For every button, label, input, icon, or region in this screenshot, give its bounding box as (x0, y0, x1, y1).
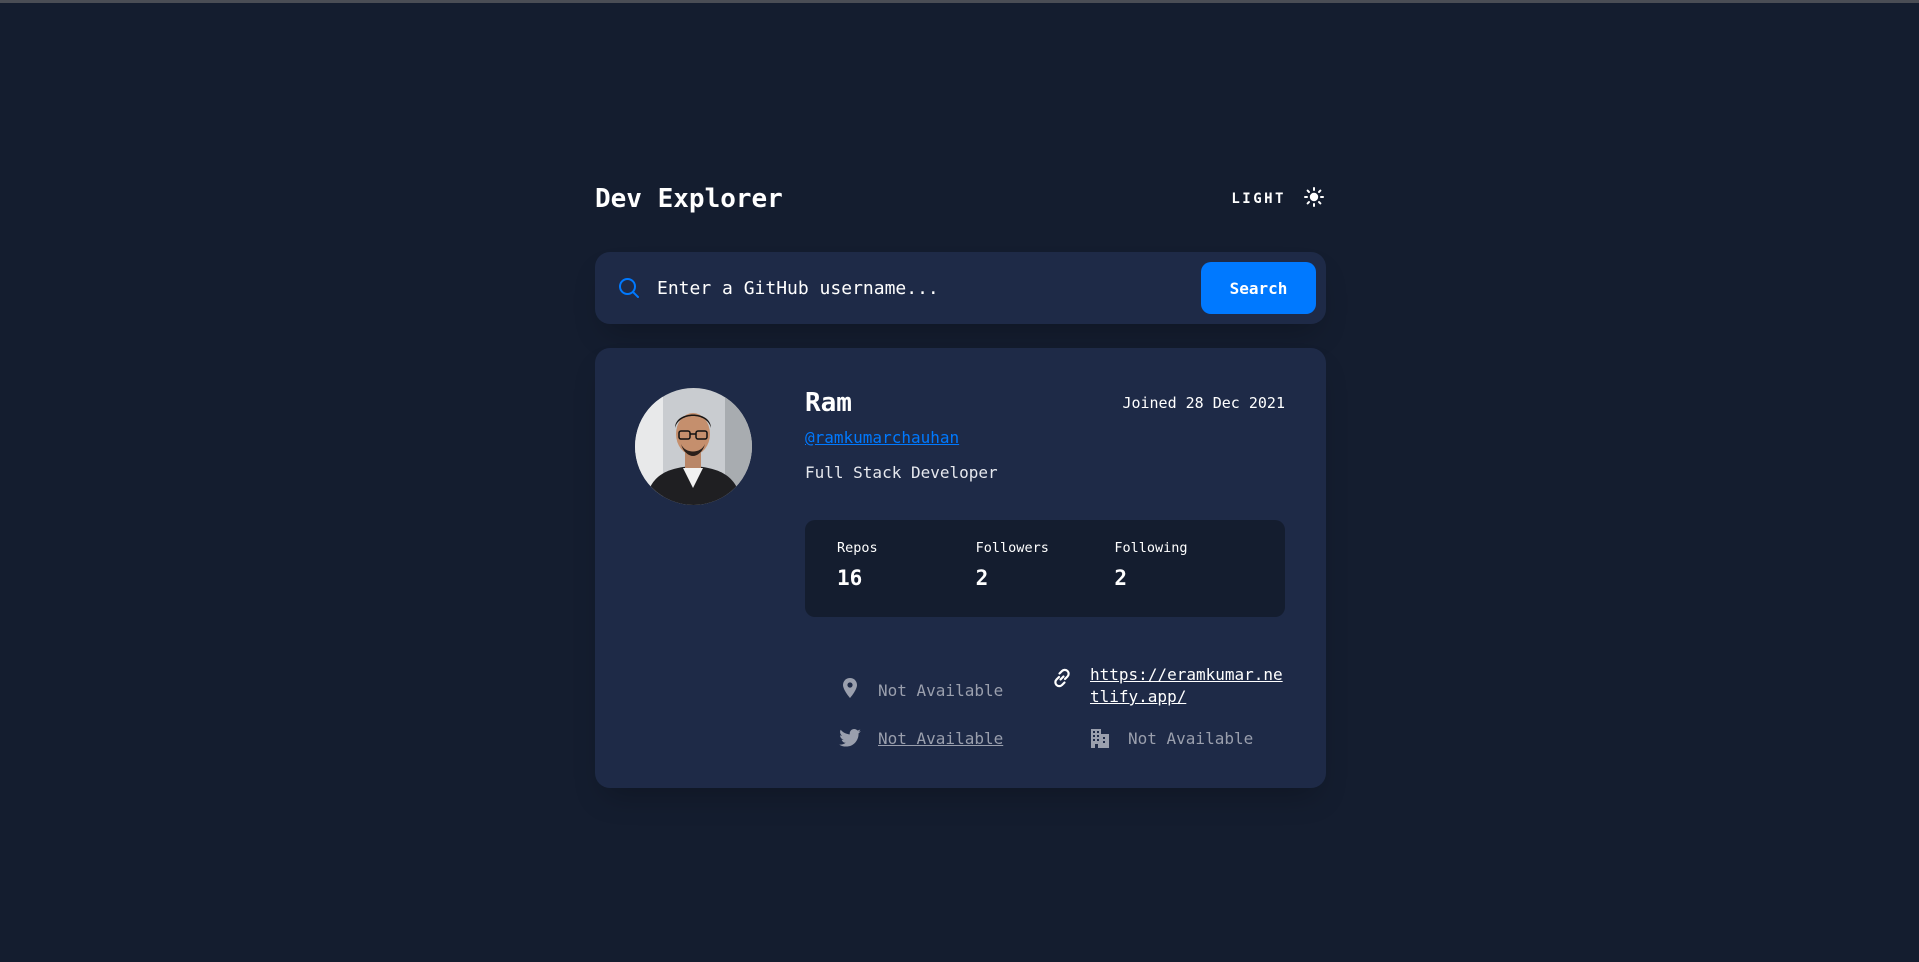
theme-toggle-button[interactable]: LIGHT (1231, 187, 1324, 211)
twitter-link[interactable]: Not Available (878, 728, 1003, 750)
company-item: Not Available (1088, 726, 1253, 750)
search-icon (617, 276, 641, 300)
stat-repos: Repos 16 (837, 540, 976, 617)
stat-label: Repos (837, 540, 878, 556)
avatar (635, 388, 752, 505)
stat-label: Followers (975, 540, 1049, 556)
theme-toggle-label: LIGHT (1231, 191, 1286, 207)
stat-value: 2 (975, 566, 989, 590)
location-item: Not Available (838, 676, 1003, 702)
search-button[interactable]: Search (1201, 262, 1316, 314)
app-title: Dev Explorer (595, 184, 783, 214)
search-input[interactable] (657, 268, 1201, 308)
joined-date: Joined 28 Dec 2021 (1122, 394, 1285, 412)
stat-value: 2 (1114, 566, 1127, 590)
stat-value: 16 (837, 566, 863, 590)
stat-following: Following 2 (1114, 540, 1253, 617)
user-bio: Full Stack Developer (805, 463, 998, 482)
twitter-icon (838, 726, 862, 750)
company-text: Not Available (1128, 729, 1254, 748)
user-handle-link[interactable]: @ramkumarchauhan (805, 428, 959, 447)
profile-main: Ram Joined 28 Dec 2021 @ramkumarchauhan … (805, 388, 1285, 617)
website-item: https://eramkumar.netlify.app/ (1050, 664, 1285, 708)
sun-icon (1304, 187, 1324, 211)
window-top-border (0, 0, 1919, 3)
search-bar: Search (595, 252, 1326, 324)
website-link[interactable]: https://eramkumar.netlify.app/ (1090, 664, 1285, 708)
header: Dev Explorer LIGHT (595, 175, 1326, 223)
link-icon (1050, 666, 1074, 690)
location-pin-icon (838, 676, 862, 700)
profile-links: Not Available https://eramkumar.netlify.… (838, 664, 1288, 764)
app-container: Dev Explorer LIGHT Enter a GitHub userna… (595, 175, 1326, 788)
user-name: Ram (805, 388, 852, 418)
stats-panel: Repos 16 Followers 2 Following 2 (805, 520, 1285, 617)
profile-card: Ram Joined 28 Dec 2021 @ramkumarchauhan … (595, 348, 1326, 788)
building-icon (1088, 726, 1112, 750)
twitter-item: Not Available (838, 726, 1003, 750)
stat-label: Following (1114, 540, 1188, 556)
location-text: Not Available (878, 681, 1004, 700)
stat-followers: Followers 2 (976, 540, 1115, 617)
name-row: Ram Joined 28 Dec 2021 (805, 388, 1285, 418)
